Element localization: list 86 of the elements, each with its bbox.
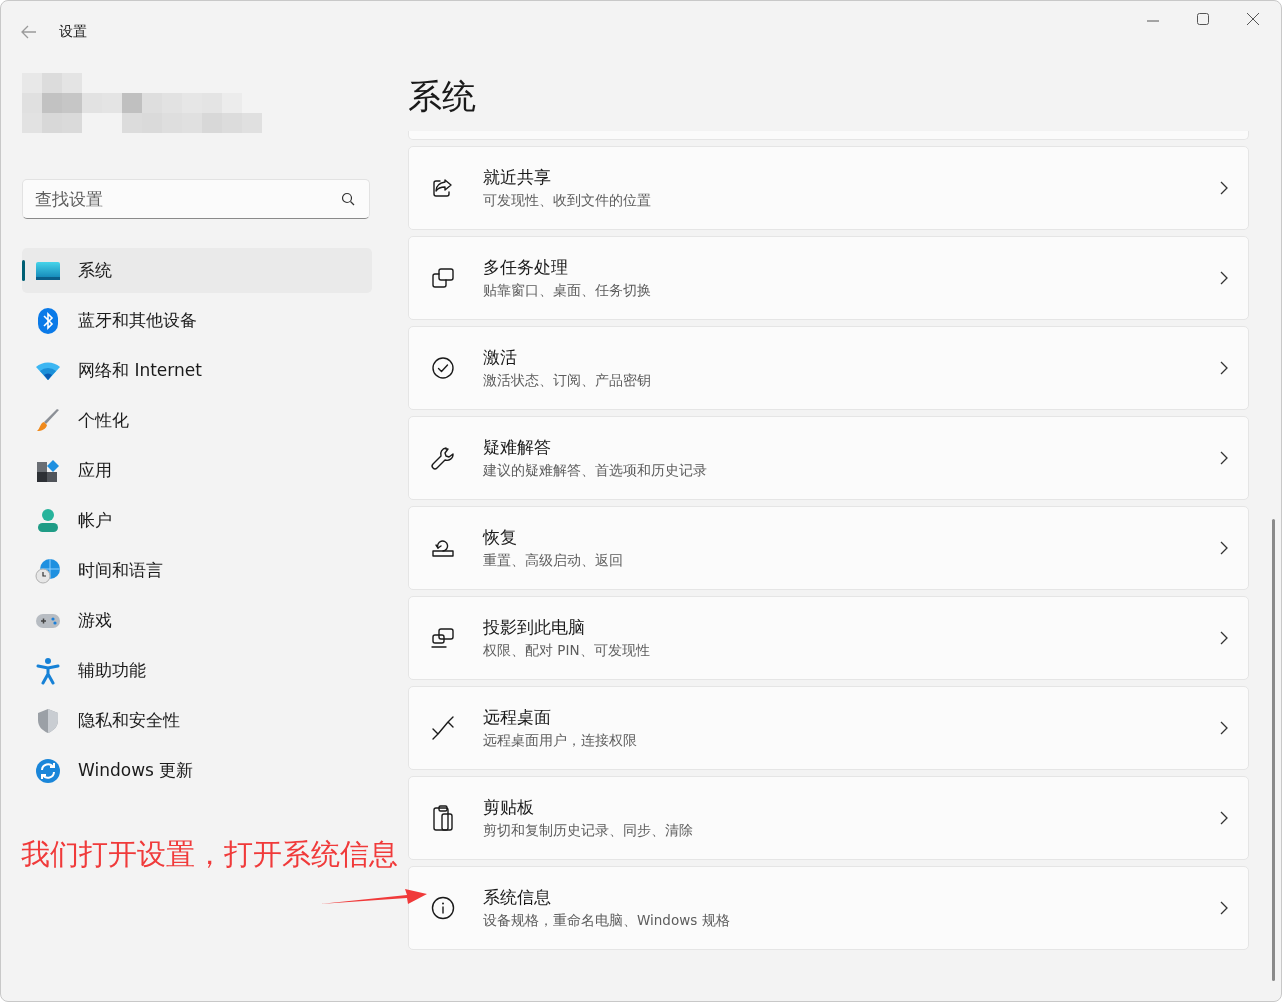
update-icon bbox=[35, 757, 61, 784]
setting-card[interactable]: 系统信息 设备规格，重命名电脑、Windows 规格 bbox=[408, 866, 1249, 950]
setting-title: 剪贴板 bbox=[483, 796, 535, 819]
apps-icon bbox=[36, 458, 60, 483]
setting-card[interactable]: 投影到此电脑 权限、配对 PIN、可发现性 bbox=[408, 596, 1249, 680]
nav-item[interactable]: 辅助功能 bbox=[22, 648, 372, 693]
nav-item[interactable]: 游戏 bbox=[22, 598, 372, 643]
shield-icon bbox=[36, 707, 60, 734]
setting-card[interactable]: 就近共享 可发现性、收到文件的位置 bbox=[408, 146, 1249, 230]
nav-label: 帐户 bbox=[78, 509, 112, 532]
chevron-right-icon bbox=[1220, 451, 1228, 465]
chevron-right-icon bbox=[1220, 181, 1228, 195]
setting-description: 远程桌面用户，连接权限 bbox=[483, 732, 637, 750]
setting-description: 剪切和复制历史记录、同步、清除 bbox=[483, 822, 693, 840]
chevron-right-icon bbox=[1220, 541, 1228, 555]
page-title: 系统 bbox=[408, 75, 477, 118]
window-title: 设置 bbox=[59, 23, 87, 41]
setting-title: 疑难解答 bbox=[483, 436, 552, 459]
info-icon bbox=[431, 896, 455, 920]
chevron-right-icon bbox=[1220, 271, 1228, 285]
setting-description: 建议的疑难解答、首选项和历史记录 bbox=[483, 462, 707, 480]
back-arrow-icon[interactable] bbox=[21, 25, 37, 39]
setting-title: 就近共享 bbox=[483, 166, 552, 189]
setting-card[interactable]: 剪贴板 剪切和复制历史记录、同步、清除 bbox=[408, 776, 1249, 860]
setting-title: 多任务处理 bbox=[483, 256, 569, 279]
setting-description: 贴靠窗口、桌面、任务切换 bbox=[483, 282, 651, 300]
person-icon bbox=[36, 507, 60, 534]
nav-item[interactable]: 系统 bbox=[22, 248, 372, 293]
nav-label: Windows 更新 bbox=[78, 759, 194, 782]
wifi-icon bbox=[35, 360, 61, 381]
nav-item[interactable]: 网络和 Internet bbox=[22, 348, 372, 393]
setting-description: 可发现性、收到文件的位置 bbox=[483, 192, 651, 210]
maximize-icon[interactable] bbox=[1197, 13, 1209, 25]
chevron-right-icon bbox=[1220, 721, 1228, 735]
wrench-icon bbox=[430, 445, 456, 471]
brush-icon bbox=[35, 407, 61, 434]
selection-indicator bbox=[22, 260, 25, 281]
chevron-right-icon bbox=[1220, 901, 1228, 915]
setting-title: 恢复 bbox=[483, 526, 518, 549]
setting-card[interactable]: 疑难解答 建议的疑难解答、首选项和历史记录 bbox=[408, 416, 1249, 500]
close-icon[interactable] bbox=[1247, 13, 1259, 25]
nav-label: 个性化 bbox=[78, 409, 129, 432]
nav-item[interactable]: 帐户 bbox=[22, 498, 372, 543]
nav-item[interactable]: 时间和语言 bbox=[22, 548, 372, 593]
search-icon bbox=[341, 192, 355, 206]
setting-description: 设备规格，重命名电脑、Windows 规格 bbox=[483, 912, 730, 930]
search-field[interactable]: 查找设置 bbox=[22, 179, 370, 219]
remote-desktop-icon bbox=[431, 715, 455, 741]
setting-title: 激活 bbox=[483, 346, 518, 369]
setting-title: 投影到此电脑 bbox=[483, 616, 586, 639]
chevron-right-icon bbox=[1220, 361, 1228, 375]
chevron-right-icon bbox=[1220, 811, 1228, 825]
nav-item[interactable]: 应用 bbox=[22, 448, 372, 493]
windows-icon bbox=[430, 266, 456, 290]
chevron-right-icon bbox=[1220, 631, 1228, 645]
setting-description: 重置、高级启动、返回 bbox=[483, 552, 623, 570]
nav-label: 系统 bbox=[78, 259, 112, 282]
check-circle-icon bbox=[431, 356, 455, 380]
gamepad-icon bbox=[35, 611, 61, 630]
nav-label: 辅助功能 bbox=[78, 659, 146, 682]
setting-card[interactable]: 激活 激活状态、订阅、产品密钥 bbox=[408, 326, 1249, 410]
nav-label: 游戏 bbox=[78, 609, 112, 632]
setting-description: 激活状态、订阅、产品密钥 bbox=[483, 372, 651, 390]
nav-item[interactable]: Windows 更新 bbox=[22, 748, 372, 793]
annotation-text: 我们打开设置，打开系统信息 bbox=[21, 836, 398, 873]
accessibility-icon bbox=[36, 656, 60, 685]
monitor-icon bbox=[35, 260, 61, 281]
bluetooth-icon bbox=[37, 306, 59, 335]
nav-item[interactable]: 隐私和安全性 bbox=[22, 698, 372, 743]
globe-clock-icon bbox=[35, 557, 61, 584]
nav-label: 时间和语言 bbox=[78, 559, 163, 582]
scrollbar[interactable] bbox=[1272, 519, 1275, 981]
setting-card[interactable]: 恢复 重置、高级启动、返回 bbox=[408, 506, 1249, 590]
projector-icon bbox=[430, 627, 456, 649]
nav-label: 蓝牙和其他设备 bbox=[78, 309, 197, 332]
nav-label: 隐私和安全性 bbox=[78, 709, 180, 732]
setting-description: 权限、配对 PIN、可发现性 bbox=[483, 642, 650, 660]
nav-label: 应用 bbox=[78, 459, 112, 482]
setting-title: 系统信息 bbox=[483, 886, 552, 909]
nav-item[interactable]: 个性化 bbox=[22, 398, 372, 443]
setting-card[interactable]: 远程桌面 远程桌面用户，连接权限 bbox=[408, 686, 1249, 770]
clipboard-icon bbox=[432, 804, 454, 832]
setting-title: 远程桌面 bbox=[483, 706, 552, 729]
nav-label: 网络和 Internet bbox=[78, 359, 202, 382]
setting-card[interactable]: 多任务处理 贴靠窗口、桌面、任务切换 bbox=[408, 236, 1249, 320]
nav-item[interactable]: 蓝牙和其他设备 bbox=[22, 298, 372, 343]
